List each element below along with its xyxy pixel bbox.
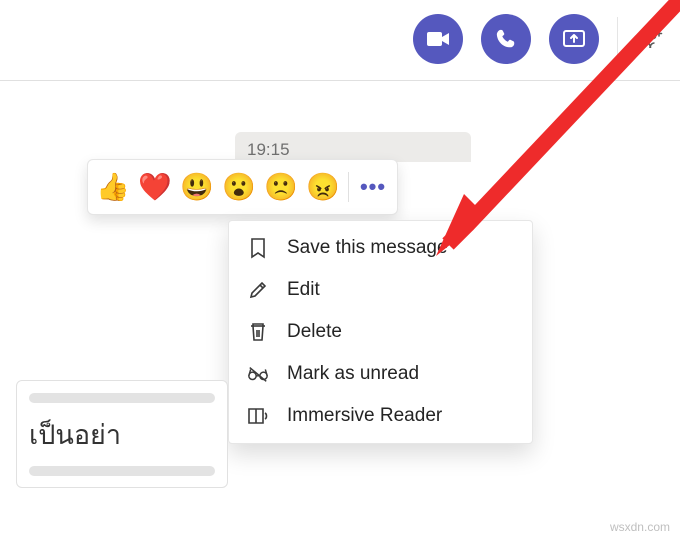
reaction-divider — [348, 172, 349, 202]
top-divider — [0, 80, 680, 81]
menu-item-label: Delete — [287, 321, 342, 343]
menu-item-label: Mark as unread — [287, 363, 419, 385]
glasses-off-icon — [247, 363, 269, 385]
menu-item-label: Save this message — [287, 237, 448, 259]
video-icon — [426, 29, 450, 49]
video-call-button[interactable] — [413, 14, 463, 64]
share-icon — [562, 28, 586, 50]
reaction-surprised[interactable]: 😮 — [220, 168, 258, 206]
compose-placeholder-bar — [29, 393, 215, 403]
reaction-angry[interactable]: 😠 — [304, 168, 342, 206]
menu-item-label: Edit — [287, 279, 320, 301]
header-actions — [413, 14, 666, 64]
watermark: wsxdn.com — [610, 520, 670, 534]
message-context-menu: Save this message Edit Delete Mark as un… — [228, 220, 533, 444]
compose-box[interactable]: เป็นอย่า — [16, 380, 228, 488]
share-screen-button[interactable] — [549, 14, 599, 64]
reaction-heart[interactable]: ❤️ — [136, 168, 174, 206]
book-speaker-icon — [247, 405, 269, 427]
pencil-icon — [247, 279, 269, 301]
reaction-like[interactable]: 👍 — [94, 168, 132, 206]
audio-call-button[interactable] — [481, 14, 531, 64]
header-divider — [617, 17, 618, 61]
compose-placeholder-bar — [29, 466, 215, 476]
reaction-sad[interactable]: 🙁 — [262, 168, 300, 206]
menu-item-immersive[interactable]: Immersive Reader — [229, 395, 532, 437]
people-add-icon — [638, 28, 664, 50]
reaction-bar: 👍 ❤️ 😃 😮 🙁 😠 ••• — [87, 159, 398, 215]
reaction-laugh[interactable]: 😃 — [178, 168, 216, 206]
more-options-button[interactable]: ••• — [355, 168, 391, 206]
menu-item-save[interactable]: Save this message — [229, 227, 532, 269]
bookmark-icon — [247, 237, 269, 259]
phone-icon — [495, 28, 517, 50]
trash-icon — [247, 321, 269, 343]
menu-item-unread[interactable]: Mark as unread — [229, 353, 532, 395]
compose-text: เป็นอย่า — [29, 413, 215, 456]
add-people-button[interactable] — [636, 24, 666, 54]
menu-item-delete[interactable]: Delete — [229, 311, 532, 353]
menu-item-edit[interactable]: Edit — [229, 269, 532, 311]
message-timestamp: 19:15 — [235, 132, 471, 162]
menu-item-label: Immersive Reader — [287, 405, 442, 427]
